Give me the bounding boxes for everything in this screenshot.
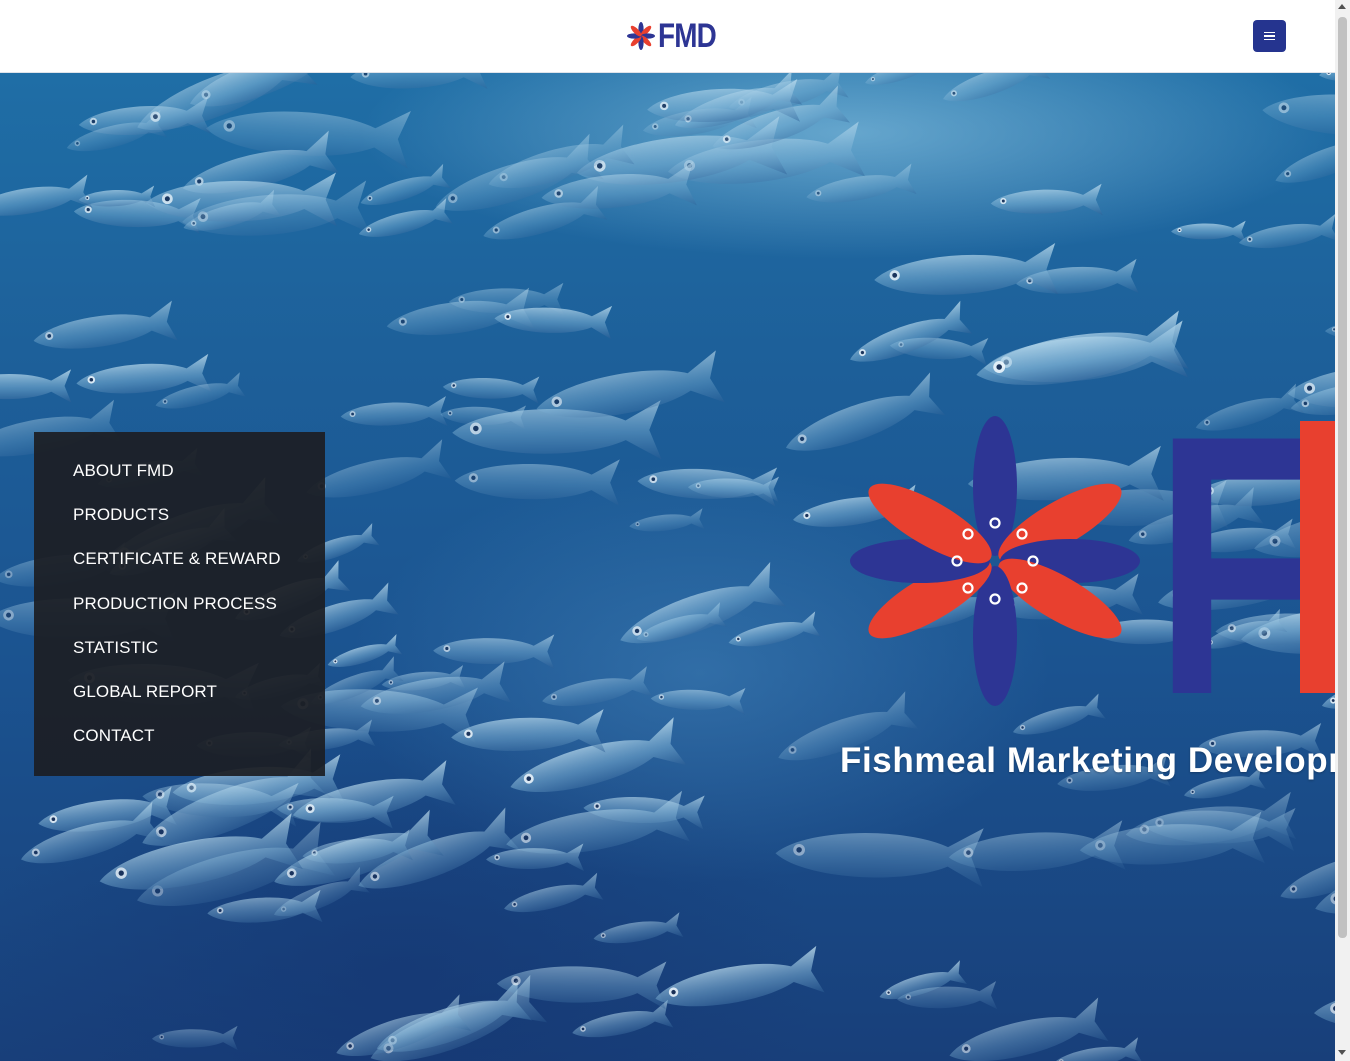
fish-shape	[339, 396, 448, 432]
menu-item-production-process[interactable]: PRODUCTION PROCESS	[34, 585, 325, 629]
menu-item-contact[interactable]: CONTACT	[34, 717, 325, 761]
fish-shape	[454, 457, 620, 507]
scrollbar-thumb[interactable]	[1338, 17, 1347, 938]
fish-shape	[650, 685, 746, 715]
fish-shape	[151, 1025, 238, 1051]
fish-shape	[1236, 213, 1335, 257]
fish-shape	[612, 561, 786, 663]
fish-shape	[971, 310, 1189, 405]
fish-shape	[442, 373, 540, 404]
fish-shape	[1269, 122, 1335, 197]
logo-wordmark: FMD	[658, 17, 717, 55]
fish-shape	[872, 243, 1059, 306]
scroll-down-arrow-icon[interactable]	[1338, 1050, 1346, 1055]
fish-shape	[433, 633, 555, 669]
fish-shape	[861, 73, 942, 94]
brand-letter-red-stroke	[1300, 421, 1335, 693]
brand-tagline: Fishmeal Marketing Development	[840, 741, 1335, 780]
header-logo[interactable]: FMD	[626, 18, 729, 54]
fish-shape	[591, 912, 684, 952]
fish-shape	[349, 73, 488, 97]
fish-shape	[0, 369, 72, 404]
hamburger-icon-bar	[1264, 38, 1275, 41]
main-menu-panel: ABOUT FMD PRODUCTS CERTIFICATE & REWARD …	[34, 432, 325, 776]
fish-shape	[628, 508, 705, 537]
scroll-up-arrow-icon[interactable]	[1338, 4, 1346, 9]
menu-toggle-button[interactable]	[1253, 20, 1286, 52]
fish-shape	[1312, 977, 1335, 1041]
fish-shape	[1324, 317, 1335, 343]
fish-shape	[938, 73, 1051, 114]
hamburger-icon	[1264, 31, 1275, 34]
fish-shape	[636, 461, 778, 507]
fish-shape	[1260, 83, 1335, 148]
menu-item-products[interactable]: PRODUCTS	[34, 496, 325, 540]
fish-shape	[651, 945, 825, 1022]
menu-item-global-report[interactable]: GLOBAL REPORT	[34, 673, 325, 717]
site-header: FMD	[0, 0, 1335, 73]
fish-shape	[539, 666, 653, 717]
hero-banner: FMD Fishmeal Marketing Development ABOUT…	[0, 73, 1335, 1061]
fish-shape	[500, 872, 604, 923]
fish-shape	[1171, 220, 1246, 243]
fish-shape	[725, 611, 821, 656]
fish-shape	[1317, 73, 1335, 88]
fmd-brand-mark: FMD	[850, 403, 1335, 713]
fish-shape	[844, 300, 973, 377]
menu-item-certificate-reward[interactable]: CERTIFICATE & REWARD	[34, 540, 325, 584]
fish-shape	[0, 174, 93, 227]
hamburger-icon-bar	[1264, 35, 1275, 37]
menu-item-about-fmd[interactable]: ABOUT FMD	[34, 452, 325, 496]
fish-shape	[30, 300, 178, 361]
fish-star-logo-icon	[627, 22, 655, 50]
fish-star-emblem-icon	[850, 416, 1140, 706]
fish-shape	[569, 999, 674, 1047]
menu-item-statistic[interactable]: STATISTIC	[34, 629, 325, 673]
fish-shape	[990, 183, 1103, 220]
